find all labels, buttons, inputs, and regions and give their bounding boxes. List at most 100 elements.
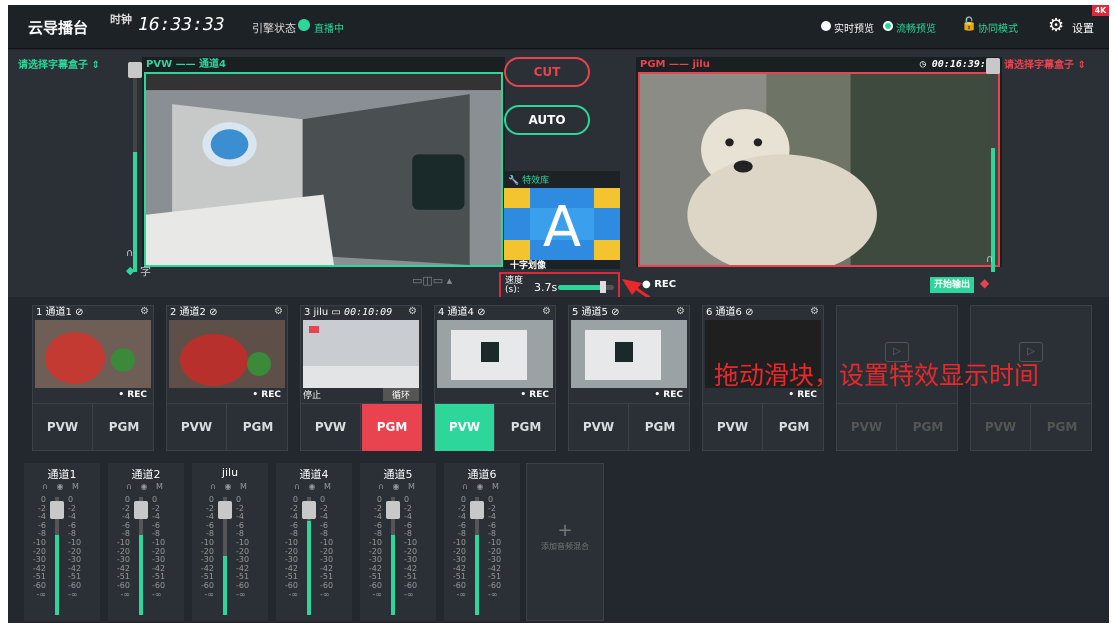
scale-tick: -∞	[36, 589, 46, 599]
add-audio-mix-button[interactable]: + 添加音频混合	[526, 463, 604, 621]
pgm-button[interactable]: PGM	[94, 404, 154, 451]
pvw-button[interactable]: PVW	[435, 404, 495, 451]
headphone-icon[interactable]: ∩	[986, 254, 993, 265]
loop-button[interactable]: 循环	[383, 388, 419, 401]
channel-buttons: PVW PGM	[569, 403, 690, 451]
settings-button[interactable]: 设置	[1072, 20, 1094, 36]
headphone-icon[interactable]: ∩	[126, 248, 133, 259]
channel-video	[303, 320, 419, 388]
pgm-subtitle-select[interactable]: 请选择字幕盒子 ⇕	[1004, 56, 1086, 71]
fader-knob[interactable]	[986, 58, 1000, 74]
channel-thumbnail[interactable]	[169, 320, 285, 388]
pgm-button[interactable]: PGM	[362, 404, 422, 451]
stop-button[interactable]: 停止	[303, 388, 321, 401]
link-icon: ⊘	[477, 307, 486, 318]
cut-button[interactable]: CUT	[504, 57, 590, 87]
layout-toggle-icon[interactable]: ▭◫▭ ▴	[412, 274, 452, 287]
monitor-zone: 请选择字幕盒子 ⇕ ∩ ◆ 字 PVW —— 通道4 ▭◫▭ ▴ CUT AUT…	[8, 50, 1109, 365]
gear-icon[interactable]: ⚙	[810, 306, 819, 317]
gear-icon[interactable]: ⚙	[274, 306, 283, 317]
effect-name: 十字划像	[510, 261, 547, 271]
audio-channel-controls[interactable]: ∩ ◉ M	[192, 482, 268, 491]
pgm-button[interactable]: PGM	[898, 404, 958, 451]
cube-icon[interactable]: ◆	[126, 264, 134, 277]
channel-thumbnail[interactable]	[571, 320, 687, 388]
audio-fader-knob[interactable]	[50, 501, 64, 519]
unlock-icon[interactable]: 🔓	[961, 17, 977, 32]
speed-slider-knob[interactable]	[599, 281, 606, 293]
scale-tick: -∞	[456, 589, 466, 599]
auto-button[interactable]: AUTO	[504, 105, 590, 135]
audio-fader-knob[interactable]	[470, 501, 484, 519]
pvw-button[interactable]: PVW	[837, 404, 897, 451]
gear-icon[interactable]: ⚙	[542, 306, 551, 317]
pvw-video-frame	[146, 74, 501, 266]
fader-knob[interactable]	[128, 62, 142, 78]
channel-thumbnail[interactable]	[35, 320, 151, 388]
smooth-preview-label[interactable]: 流畅预览	[896, 20, 936, 35]
audio-level-fill	[223, 556, 227, 615]
pgm-volume-fader[interactable]	[986, 58, 1000, 272]
smooth-preview-radio[interactable]	[883, 21, 893, 31]
effect-thumbnail[interactable]: A	[504, 188, 620, 260]
plus-icon: +	[557, 520, 573, 541]
audio-channel-controls[interactable]: ∩ ◉ M	[360, 482, 436, 491]
gear-icon[interactable]: ⚙	[408, 306, 417, 317]
audio-channel-controls[interactable]: ∩ ◉ M	[276, 482, 352, 491]
realtime-preview-radio[interactable]	[821, 21, 831, 31]
cube-red-icon[interactable]: ◆	[980, 276, 989, 290]
audio-fader-knob[interactable]	[386, 501, 400, 519]
pvw-button[interactable]: PVW	[569, 404, 629, 451]
pgm-button[interactable]: PGM	[630, 404, 690, 451]
pvw-volume-fader[interactable]	[128, 62, 142, 272]
audio-fader-knob[interactable]	[218, 501, 232, 519]
effects-library-label[interactable]: 🔧 特效库	[508, 173, 549, 186]
start-output-button[interactable]: 开始输出	[930, 277, 974, 293]
fader-fill	[133, 152, 137, 272]
channel-card-1: 1 通道1 ⊘ ⚙ • REC PVW PGM	[32, 305, 154, 451]
top-bar: 云导播台 时钟 16:33:33 引擎状态 直播中 实时预览 流畅预览 🔓 协同…	[8, 5, 1109, 49]
pvw-button[interactable]: PVW	[33, 404, 93, 451]
db-scale-left: 0 -2 -4 -6 -8 -10 -20 -30 -42 -51 -60 -∞	[200, 495, 214, 599]
channel-buttons: PVW PGM	[301, 403, 422, 451]
pvw-subtitle-select-label: 请选择字幕盒子	[18, 60, 88, 71]
scale-tick: -∞	[68, 589, 78, 599]
realtime-preview-label[interactable]: 实时预览	[834, 20, 874, 35]
pgm-button[interactable]: PGM	[496, 404, 556, 451]
audio-fader-knob[interactable]	[302, 501, 316, 519]
pvw-button[interactable]: PVW	[703, 404, 763, 451]
pvw-subtitle-select[interactable]: 请选择字幕盒子 ⇕	[18, 56, 100, 71]
pgm-button[interactable]: PGM	[228, 404, 288, 451]
pvw-button[interactable]: PVW	[167, 404, 227, 451]
pgm-button[interactable]: PGM	[1032, 404, 1092, 451]
channel-thumbnail[interactable]	[437, 320, 553, 388]
audio-fader-knob[interactable]	[134, 501, 148, 519]
gear-icon[interactable]: ⚙	[140, 306, 149, 317]
gear-icon[interactable]: ⚙	[1048, 15, 1064, 36]
collab-mode-button[interactable]: 协同模式	[978, 20, 1018, 35]
channel-title-label: 3 jilu	[304, 307, 329, 318]
pvw-video	[144, 72, 503, 267]
channel-thumbnail[interactable]	[303, 320, 419, 388]
audio-level-fill	[307, 520, 311, 615]
db-scale-right: 0 -2 -4 -6 -8 -10 -20 -30 -42 -51 -60 -∞	[404, 495, 418, 599]
audio-channel-controls[interactable]: ∩ ◉ M	[24, 482, 100, 491]
db-scale-right: 0 -2 -4 -6 -8 -10 -20 -30 -42 -51 -60 -∞	[236, 495, 250, 599]
db-scale-left: 0 -2 -4 -6 -8 -10 -20 -30 -42 -51 -60 -∞	[284, 495, 298, 599]
engine-status-value: 直播中	[314, 24, 344, 35]
system-time: 16:33:33	[138, 14, 225, 35]
audio-channel-controls[interactable]: ∩ ◉ M	[108, 482, 184, 491]
audio-channel: 通道1 ∩ ◉ M 0 -2 -4 -6 -8 -10 -20 -30 -42 -51 -60 -∞ 0 -2…	[24, 463, 100, 621]
pgm-monitor: PGM —— jilu ◷ 00:16:39:52	[636, 57, 1002, 276]
scale-tick: -∞	[488, 589, 498, 599]
audio-channel-controls[interactable]: ∩ ◉ M	[444, 482, 520, 491]
speed-slider[interactable]	[558, 281, 614, 293]
gear-icon[interactable]: ⚙	[676, 306, 685, 317]
scale-tick: -∞	[204, 589, 214, 599]
scale-tick: -∞	[320, 589, 330, 599]
pvw-button[interactable]: PVW	[301, 404, 361, 451]
pgm-button[interactable]: PGM	[764, 404, 824, 451]
speed-label: 速度 (s):	[505, 277, 523, 295]
annotation-text: 拖动滑块，设置特效显示时间	[714, 361, 1040, 390]
pvw-button[interactable]: PVW	[971, 404, 1031, 451]
